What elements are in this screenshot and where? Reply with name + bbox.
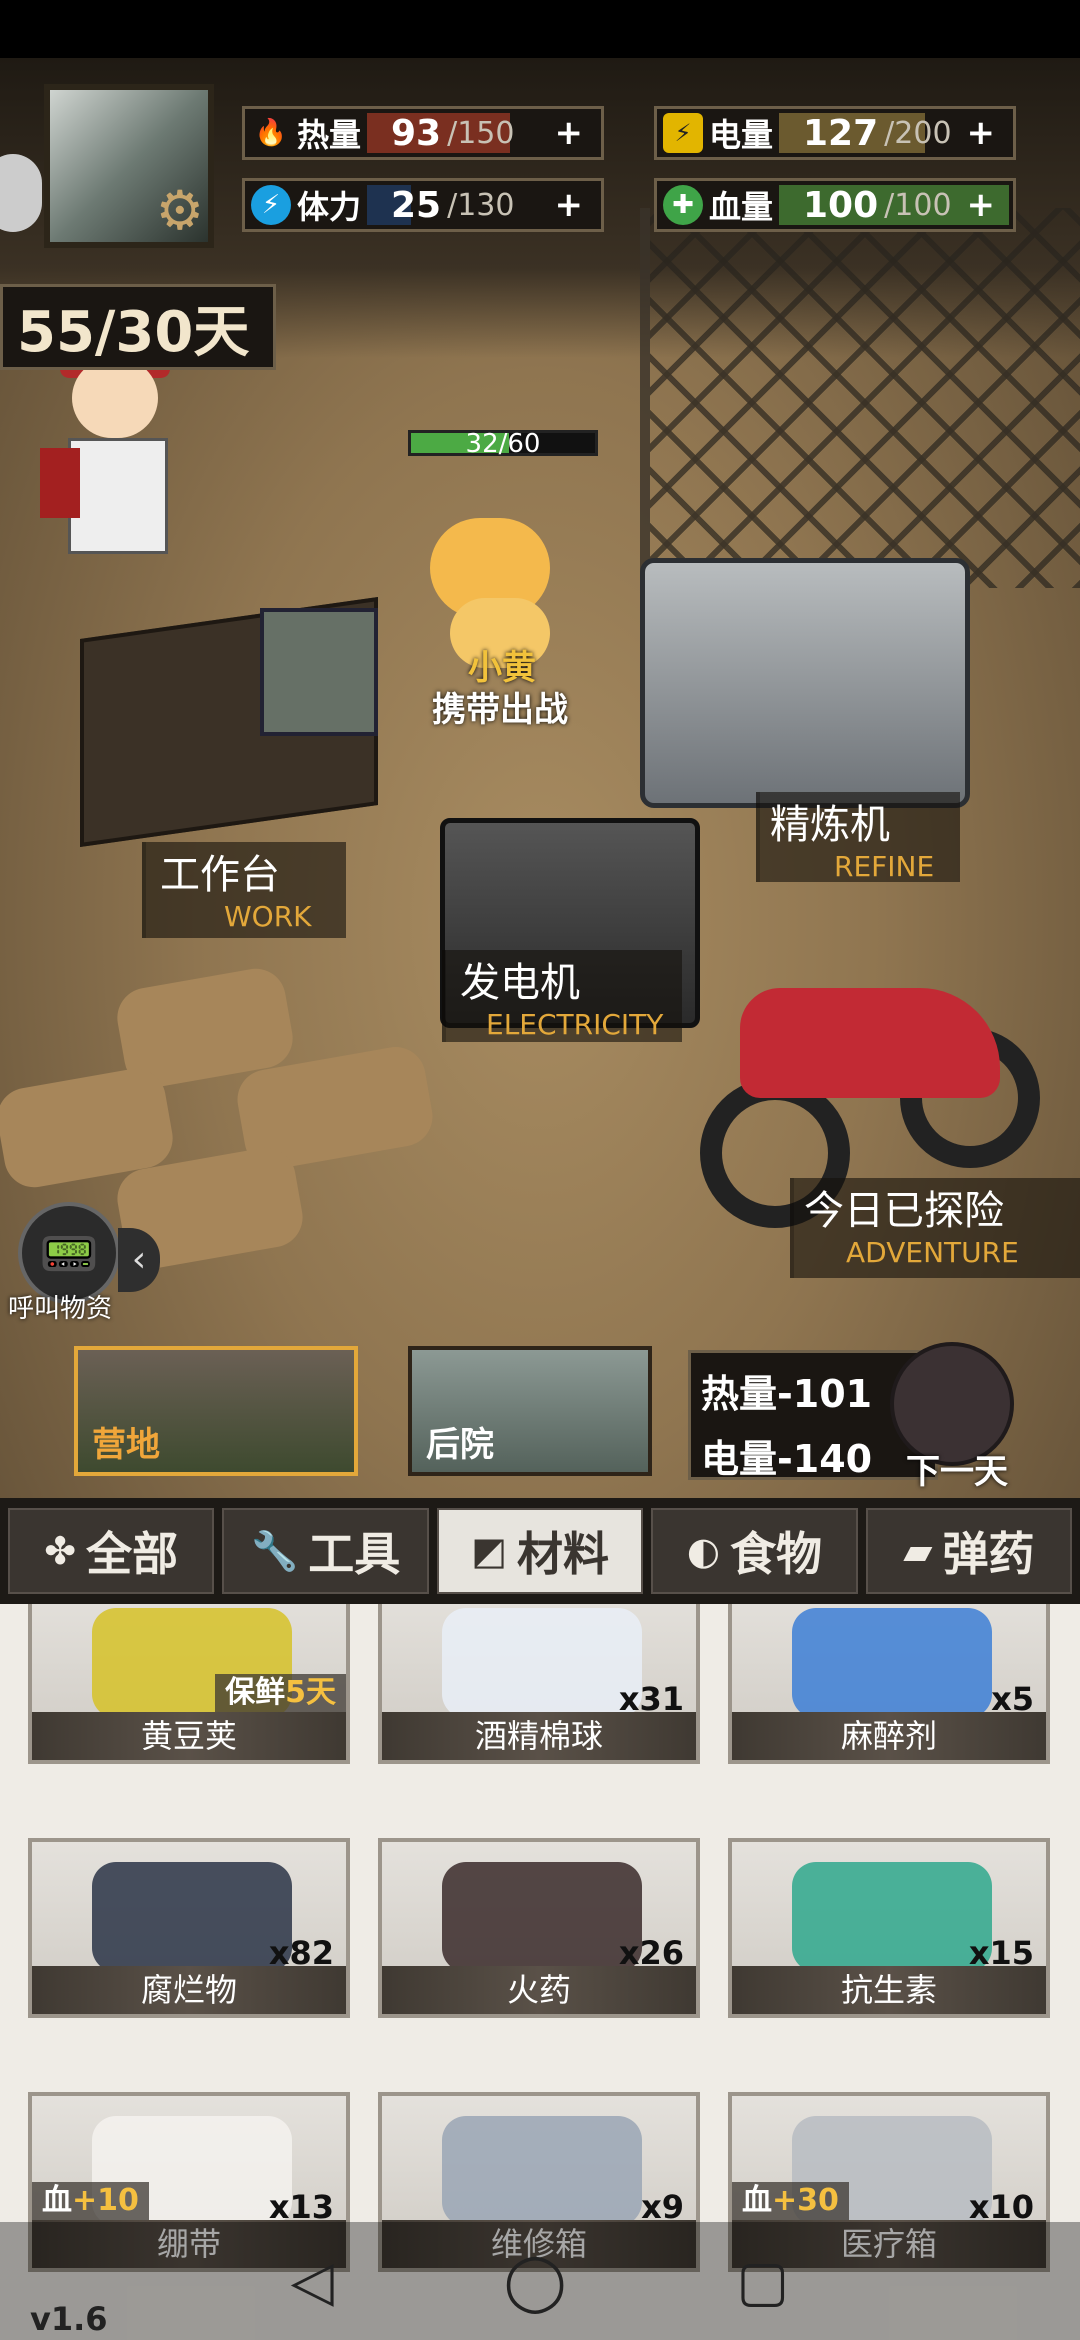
tab-icon: ◩ — [471, 1529, 507, 1573]
item-tag: 血+30 — [732, 2182, 849, 2220]
tab-label: 材料 — [516, 1527, 609, 1581]
system-nav-bar: ◁ ◯ ▢ — [0, 2222, 1080, 2340]
item-tag-label: 血 — [742, 2183, 772, 2218]
blood-drop-icon: ✚ — [663, 185, 703, 225]
tab-label: 食物 — [730, 1527, 822, 1581]
inventory-item[interactable]: 保鲜5天 黄豆荚 — [28, 1604, 350, 1764]
refine-label[interactable]: 精炼机 REFINE — [756, 792, 960, 883]
tab-icon: ✤ — [44, 1529, 77, 1573]
fence — [640, 208, 1080, 588]
blood-stat: ✚ 血量 100 /100 + — [654, 178, 1016, 232]
inventory-item[interactable]: x15 抗生素 — [728, 1838, 1050, 2018]
avatar[interactable]: ⚙ — [44, 84, 214, 248]
tab-label: 工具 — [308, 1527, 401, 1581]
home-icon[interactable]: ◯ — [504, 2249, 567, 2314]
power-stat: ⚡ 电量 127 /200 + — [654, 106, 1016, 160]
status-bar — [0, 0, 1080, 58]
camp-area-button[interactable]: 营地 — [74, 1346, 358, 1476]
power-plus-button[interactable]: + — [967, 113, 996, 153]
item-tag-label: 保鲜 — [225, 1675, 286, 1710]
tab-icon: 🔧 — [250, 1528, 299, 1573]
stamina-bar: 25 /130 + — [367, 185, 597, 226]
item-name: 腐烂物 — [32, 1966, 346, 2014]
battery-icon: ⚡ — [663, 113, 703, 153]
recents-icon[interactable]: ▢ — [736, 2249, 789, 2314]
item-name: 抗生素 — [732, 1966, 1046, 2014]
tab-icon: ▰ — [903, 1529, 933, 1573]
day-counter: 55/30天 — [0, 284, 276, 370]
next-day-button[interactable]: 下一天 — [880, 1334, 1050, 1492]
alcohol-cotton-icon — [442, 1608, 642, 1718]
refine-machine[interactable] — [640, 558, 970, 808]
item-tag-value: 5天 — [285, 1675, 336, 1710]
electricity-label[interactable]: 发电机 ELECTRICITY — [442, 950, 682, 1042]
adventure-label[interactable]: 今日已探险 ADVENTURE — [790, 1178, 1080, 1278]
rot-icon — [92, 1862, 292, 1972]
antibiotic-icon — [792, 1862, 992, 1972]
inventory-item[interactable]: x5 麻醉剂 — [728, 1604, 1050, 1764]
tab-4[interactable]: ▰ 弹药 — [865, 1508, 1073, 1594]
item-name: 火药 — [382, 1966, 696, 2014]
item-name: 酒精棉球 — [382, 1712, 696, 1760]
pet-hp-bar: 32/60 — [408, 429, 598, 459]
item-name: 黄豆荚 — [32, 1712, 346, 1760]
syringe-icon — [792, 1608, 992, 1718]
tab-label: 弹药 — [942, 1527, 1035, 1581]
inventory-item[interactable]: x26 火药 — [378, 1838, 700, 2018]
camp-scene — [0, 58, 1080, 1498]
stamina-stat: ⚡ 体力 25 /130 + — [242, 178, 604, 232]
power-bar: 127 /200 + — [779, 113, 1009, 154]
heat-stat: 🔥 热量 93 /150 + — [242, 106, 604, 160]
item-tag: 血+10 — [32, 2182, 149, 2220]
item-tag-value: +30 — [772, 2183, 839, 2218]
work-label[interactable]: 工作台 WORK — [142, 842, 346, 938]
gunpowder-icon — [442, 1862, 642, 1972]
item-tag: 保鲜5天 — [215, 1674, 346, 1712]
backyard-area-button[interactable]: 后院 — [408, 1346, 652, 1476]
heat-plus-button[interactable]: + — [555, 113, 584, 153]
tab-icon: ◐ — [686, 1529, 720, 1573]
repair-box-icon — [442, 2116, 642, 2226]
inventory-item[interactable]: x31 酒精棉球 — [378, 1604, 700, 1764]
gear-icon[interactable]: ⚙ — [156, 184, 204, 238]
stamina-plus-button[interactable]: + — [555, 185, 584, 225]
tab-label: 全部 — [86, 1527, 179, 1581]
flame-icon: 🔥 — [254, 118, 288, 148]
tab-1[interactable]: 🔧 工具 — [222, 1508, 429, 1594]
tab-0[interactable]: ✤ 全部 — [8, 1508, 215, 1594]
back-icon[interactable]: ◁ — [291, 2249, 334, 2314]
item-tag-value: +10 — [72, 2183, 139, 2218]
item-tag-label: 血 — [42, 2183, 72, 2218]
tool-board — [260, 608, 378, 736]
version-label: v1.6 — [30, 2300, 108, 2338]
pet-carry-button[interactable]: 携带出战 — [432, 682, 568, 731]
side-menu-button[interactable] — [0, 154, 42, 232]
tab-3[interactable]: ◐ 食物 — [651, 1508, 858, 1594]
blood-plus-button[interactable]: + — [967, 185, 996, 225]
item-name: 麻醉剂 — [732, 1712, 1046, 1760]
heat-bar: 93 /150 + — [367, 113, 597, 154]
tab-2[interactable]: ◩ 材料 — [436, 1508, 644, 1594]
inventory-item[interactable]: x82 腐烂物 — [28, 1838, 350, 2018]
blood-bar: 100 /100 + — [779, 185, 1009, 226]
category-tabs: ✤ 全部 🔧 工具 ◩ 材料 ◐ 食物 ▰ 弹药 — [0, 1498, 1080, 1604]
lightning-icon: ⚡ — [251, 185, 291, 225]
